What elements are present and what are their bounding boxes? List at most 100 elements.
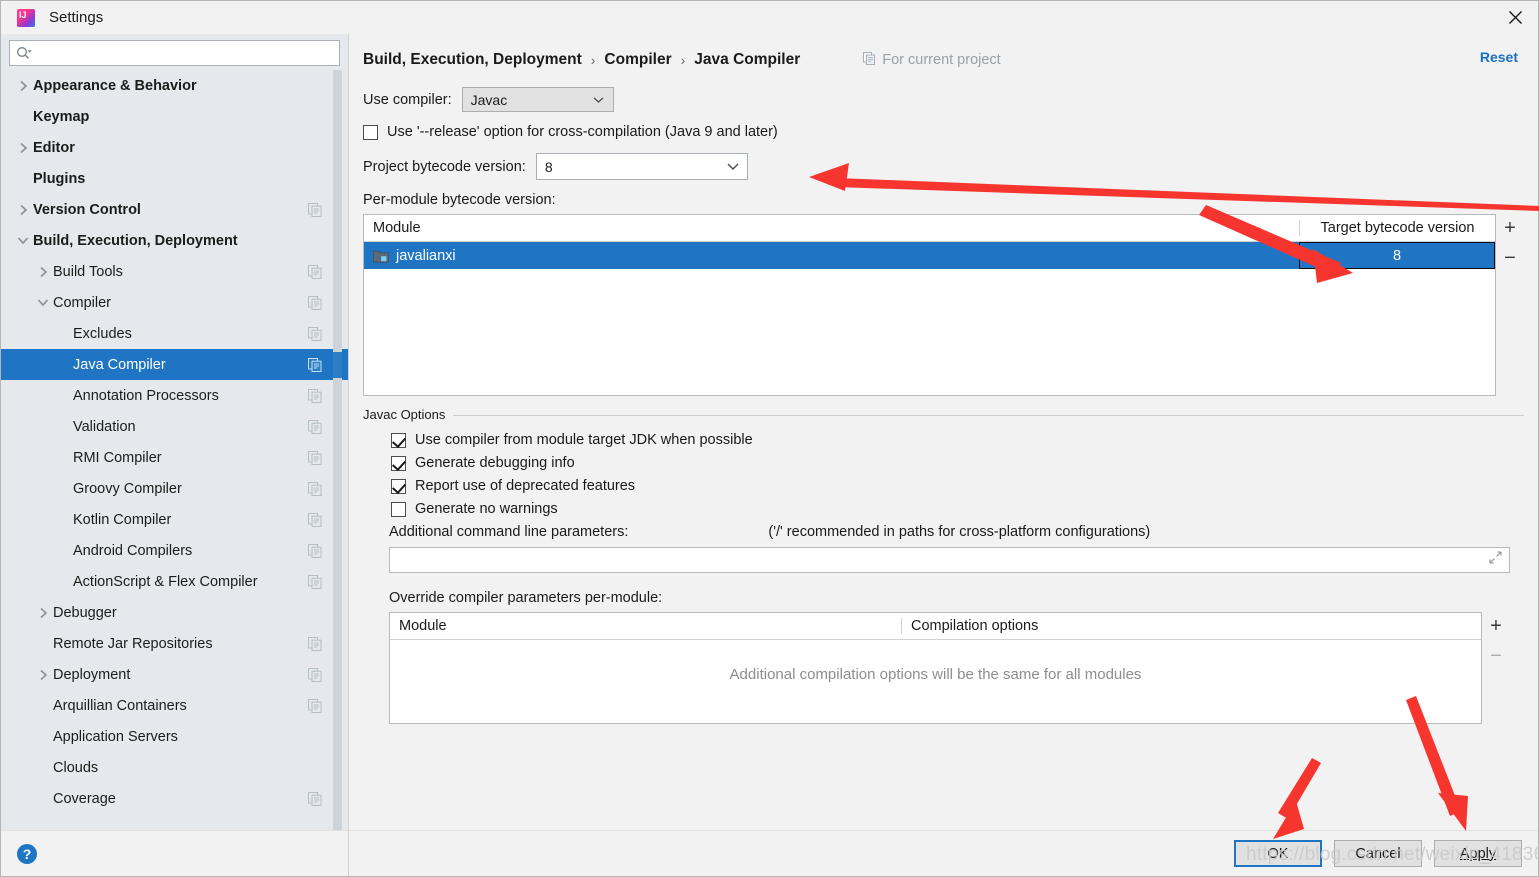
sidebar-item-excludes[interactable]: Excludes xyxy=(1,318,348,349)
sidebar-item-label: Coverage xyxy=(53,790,116,807)
module-table[interactable]: Module Target bytecode version javalianx… xyxy=(363,214,1496,396)
settings-tree[interactable]: Appearance & Behavior Keymap Editor Plugins… xyxy=(1,70,348,830)
sidebar-item-kotlin-compiler[interactable]: Kotlin Compiler xyxy=(1,504,348,535)
sidebar-item-keymap[interactable]: Keymap xyxy=(1,101,348,132)
chevron-right-icon[interactable] xyxy=(35,667,51,683)
copy-icon xyxy=(308,512,322,527)
copy-icon xyxy=(308,543,322,558)
sidebar-item-groovy-compiler[interactable]: Groovy Compiler xyxy=(1,473,348,504)
reset-link[interactable]: Reset xyxy=(1480,49,1518,65)
add-override-button[interactable]: + xyxy=(1484,614,1508,638)
close-icon[interactable] xyxy=(1492,1,1538,34)
copy-icon xyxy=(308,295,322,310)
breadcrumb-item-0[interactable]: Build, Execution, Deployment xyxy=(363,51,582,69)
sidebar-item-label: Android Compilers xyxy=(73,542,193,559)
sidebar-item-build-execution-deployment[interactable]: Build, Execution, Deployment xyxy=(1,225,348,256)
sidebar-item-coverage[interactable]: Coverage xyxy=(1,783,348,814)
sidebar-item-deployment[interactable]: Deployment xyxy=(1,659,348,690)
table-row[interactable]: javalianxi 8 xyxy=(364,242,1495,269)
remove-override-button[interactable]: − xyxy=(1484,644,1508,668)
javac-option-checkbox[interactable] xyxy=(391,501,406,517)
sidebar-item-editor[interactable]: Editor xyxy=(1,132,348,163)
release-option-checkbox[interactable] xyxy=(363,124,378,140)
expand-icon[interactable] xyxy=(1489,551,1502,569)
javac-option-row[interactable]: Generate no warnings xyxy=(391,501,1524,517)
sidebar-item-appearance-behavior[interactable]: Appearance & Behavior xyxy=(1,70,348,101)
sidebar-item-remote-jar-repositories[interactable]: Remote Jar Repositories xyxy=(1,628,348,659)
additional-params-field[interactable] xyxy=(389,547,1510,573)
sidebar-item-arquillian-containers[interactable]: Arquillian Containers xyxy=(1,690,348,721)
additional-params-input[interactable] xyxy=(396,552,1503,568)
sidebar-item-label: Annotation Processors xyxy=(73,387,219,404)
javac-option-row[interactable]: Use compiler from module target JDK when… xyxy=(391,432,1524,448)
javac-option-checkbox[interactable] xyxy=(391,432,406,448)
sidebar-item-label: Debugger xyxy=(53,604,117,621)
ok-button[interactable]: OK xyxy=(1234,840,1322,867)
settings-sidebar: Appearance & Behavior Keymap Editor Plugins… xyxy=(1,34,349,876)
breadcrumb-item-1[interactable]: Compiler xyxy=(604,51,671,69)
module-cell[interactable]: javalianxi xyxy=(364,248,1299,264)
chevron-right-icon[interactable] xyxy=(15,202,31,218)
sidebar-scrollbar-thumb[interactable] xyxy=(333,352,342,378)
sidebar-footer: ? xyxy=(1,830,348,876)
sidebar-item-rmi-compiler[interactable]: RMI Compiler xyxy=(1,442,348,473)
module-name: javalianxi xyxy=(396,247,456,264)
sidebar-item-java-compiler[interactable]: Java Compiler xyxy=(1,349,348,380)
copy-icon xyxy=(308,574,322,589)
chevron-down-icon[interactable] xyxy=(15,233,31,249)
override-table[interactable]: Module Compilation options Additional co… xyxy=(389,612,1482,724)
cancel-button[interactable]: Cancel xyxy=(1334,840,1422,867)
add-module-button[interactable]: + xyxy=(1498,216,1522,240)
search-box[interactable] xyxy=(9,40,340,66)
help-icon[interactable]: ? xyxy=(17,843,37,864)
use-compiler-select[interactable]: Javac xyxy=(461,87,614,112)
javac-option-row[interactable]: Generate debugging info xyxy=(391,455,1524,471)
chevron-right-icon[interactable] xyxy=(15,78,31,94)
copy-icon xyxy=(308,450,322,465)
javac-option-row[interactable]: Report use of deprecated features xyxy=(391,478,1524,494)
project-bytecode-select[interactable]: 8 xyxy=(535,153,748,180)
copy-icon xyxy=(308,202,322,217)
sidebar-scrollbar[interactable] xyxy=(333,70,342,830)
target-bytecode-cell[interactable]: 8 xyxy=(1299,242,1495,269)
sidebar-item-debugger[interactable]: Debugger xyxy=(1,597,348,628)
override-table-area: Module Compilation options Additional co… xyxy=(389,612,1510,724)
javac-option-checkbox[interactable] xyxy=(391,478,406,494)
sidebar-item-label: Groovy Compiler xyxy=(73,480,182,497)
search-input[interactable] xyxy=(32,45,339,61)
chevron-down-icon xyxy=(723,162,743,171)
javac-option-label: Generate debugging info xyxy=(415,455,575,471)
release-option-row[interactable]: Use '--release' option for cross-compila… xyxy=(363,124,1524,140)
breadcrumb-separator: › xyxy=(680,52,686,68)
sidebar-item-actionscript-flex-compiler[interactable]: ActionScript & Flex Compiler xyxy=(1,566,348,597)
additional-params-row: Additional command line parameters: ('/'… xyxy=(363,524,1524,540)
copy-icon xyxy=(308,388,322,403)
breadcrumb-item-2[interactable]: Java Compiler xyxy=(694,51,800,69)
chevron-right-icon[interactable] xyxy=(35,264,51,280)
sidebar-item-build-tools[interactable]: Build Tools xyxy=(1,256,348,287)
remove-module-button[interactable]: − xyxy=(1498,246,1522,270)
dialog-footer: OK Cancel Apply xyxy=(349,830,1538,876)
sidebar-item-plugins[interactable]: Plugins xyxy=(1,163,348,194)
sidebar-item-validation[interactable]: Validation xyxy=(1,411,348,442)
column-header-target-bytecode: Target bytecode version xyxy=(1299,220,1495,236)
javac-option-checkbox[interactable] xyxy=(391,455,406,471)
sidebar-item-compiler[interactable]: Compiler xyxy=(1,287,348,318)
sidebar-item-application-servers[interactable]: Application Servers xyxy=(1,721,348,752)
sidebar-item-android-compilers[interactable]: Android Compilers xyxy=(1,535,348,566)
chevron-right-icon[interactable] xyxy=(15,140,31,156)
sidebar-item-annotation-processors[interactable]: Annotation Processors xyxy=(1,380,348,411)
sidebar-item-label: Build, Execution, Deployment xyxy=(33,232,238,249)
apply-button[interactable]: Apply xyxy=(1434,840,1522,867)
sidebar-item-version-control[interactable]: Version Control xyxy=(1,194,348,225)
chevron-down-icon[interactable] xyxy=(35,295,51,311)
copy-icon xyxy=(308,698,322,713)
scope-note: For current project xyxy=(863,51,1001,69)
dialog-body: Appearance & Behavior Keymap Editor Plugins… xyxy=(1,34,1538,876)
chevron-right-icon[interactable] xyxy=(35,605,51,621)
sidebar-item-clouds[interactable]: Clouds xyxy=(1,752,348,783)
sidebar-item-label: Remote Jar Repositories xyxy=(53,635,213,652)
